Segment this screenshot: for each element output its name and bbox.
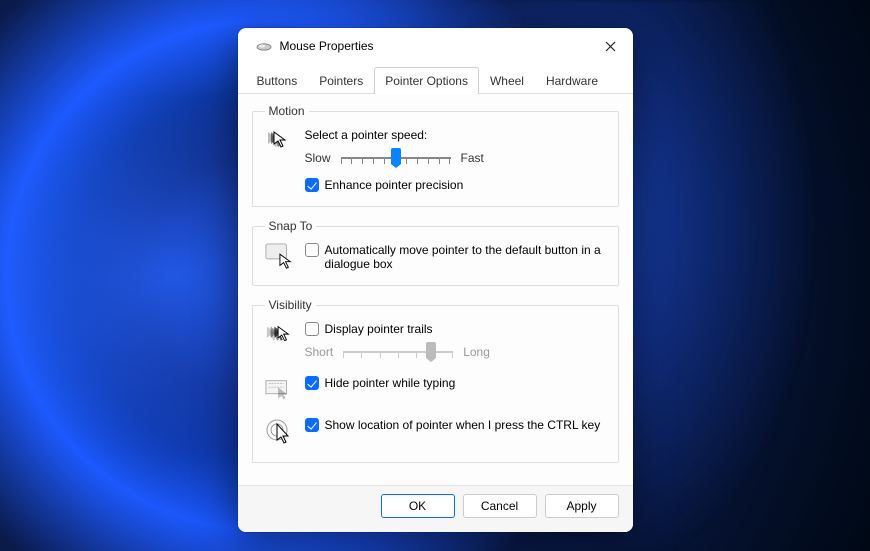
snap-to-checkbox[interactable]: Automatically move pointer to the defaul… [305, 243, 606, 271]
motion-icon [265, 128, 293, 156]
trails-short-label: Short [305, 345, 334, 359]
motion-prompt: Select a pointer speed: [305, 128, 606, 142]
visibility-legend: Visibility [265, 298, 316, 312]
motion-legend: Motion [265, 104, 309, 118]
trails-icon [265, 322, 293, 350]
snap-to-icon [265, 243, 293, 271]
dialog-footer: OK Cancel Apply [238, 485, 633, 532]
ctrl-locate-icon [265, 418, 293, 446]
tab-strip: Buttons Pointers Pointer Options Wheel H… [238, 66, 633, 94]
dialog-body: Motion Select a pointer speed: Slow [238, 94, 633, 485]
mouse-icon [256, 41, 272, 51]
checkbox-icon [305, 418, 319, 432]
speed-slow-label: Slow [305, 151, 331, 165]
tab-hardware[interactable]: Hardware [535, 67, 609, 94]
close-button[interactable] [603, 38, 619, 54]
mouse-properties-window: Mouse Properties Buttons Pointers Pointe… [238, 28, 633, 532]
visibility-group: Visibility Display pointer trails [252, 298, 619, 463]
apply-button[interactable]: Apply [545, 494, 619, 518]
ok-button[interactable]: OK [381, 494, 455, 518]
pointer-speed-slider[interactable] [341, 148, 451, 168]
trails-long-label: Long [463, 345, 490, 359]
snap-to-group: Snap To Automatically move pointer to th… [252, 219, 619, 286]
window-title: Mouse Properties [280, 39, 603, 53]
checkbox-icon [305, 178, 319, 192]
tab-pointers[interactable]: Pointers [308, 67, 374, 94]
motion-group: Motion Select a pointer speed: Slow [252, 104, 619, 207]
hide-while-typing-checkbox[interactable]: Hide pointer while typing [305, 376, 606, 390]
titlebar: Mouse Properties [238, 28, 633, 62]
enhance-precision-checkbox[interactable]: Enhance pointer precision [305, 178, 606, 192]
checkbox-icon [305, 322, 319, 336]
checkbox-icon [305, 376, 319, 390]
show-location-ctrl-checkbox[interactable]: Show location of pointer when I press th… [305, 418, 606, 432]
cancel-button[interactable]: Cancel [463, 494, 537, 518]
tab-wheel[interactable]: Wheel [479, 67, 535, 94]
speed-fast-label: Fast [461, 151, 484, 165]
hide-typing-icon [265, 376, 293, 404]
tab-buttons[interactable]: Buttons [246, 67, 309, 94]
pointer-trails-slider [343, 342, 453, 362]
checkbox-icon [305, 243, 319, 257]
snap-to-legend: Snap To [265, 219, 317, 233]
tab-pointer-options[interactable]: Pointer Options [374, 67, 479, 94]
pointer-trails-checkbox[interactable]: Display pointer trails [305, 322, 606, 336]
